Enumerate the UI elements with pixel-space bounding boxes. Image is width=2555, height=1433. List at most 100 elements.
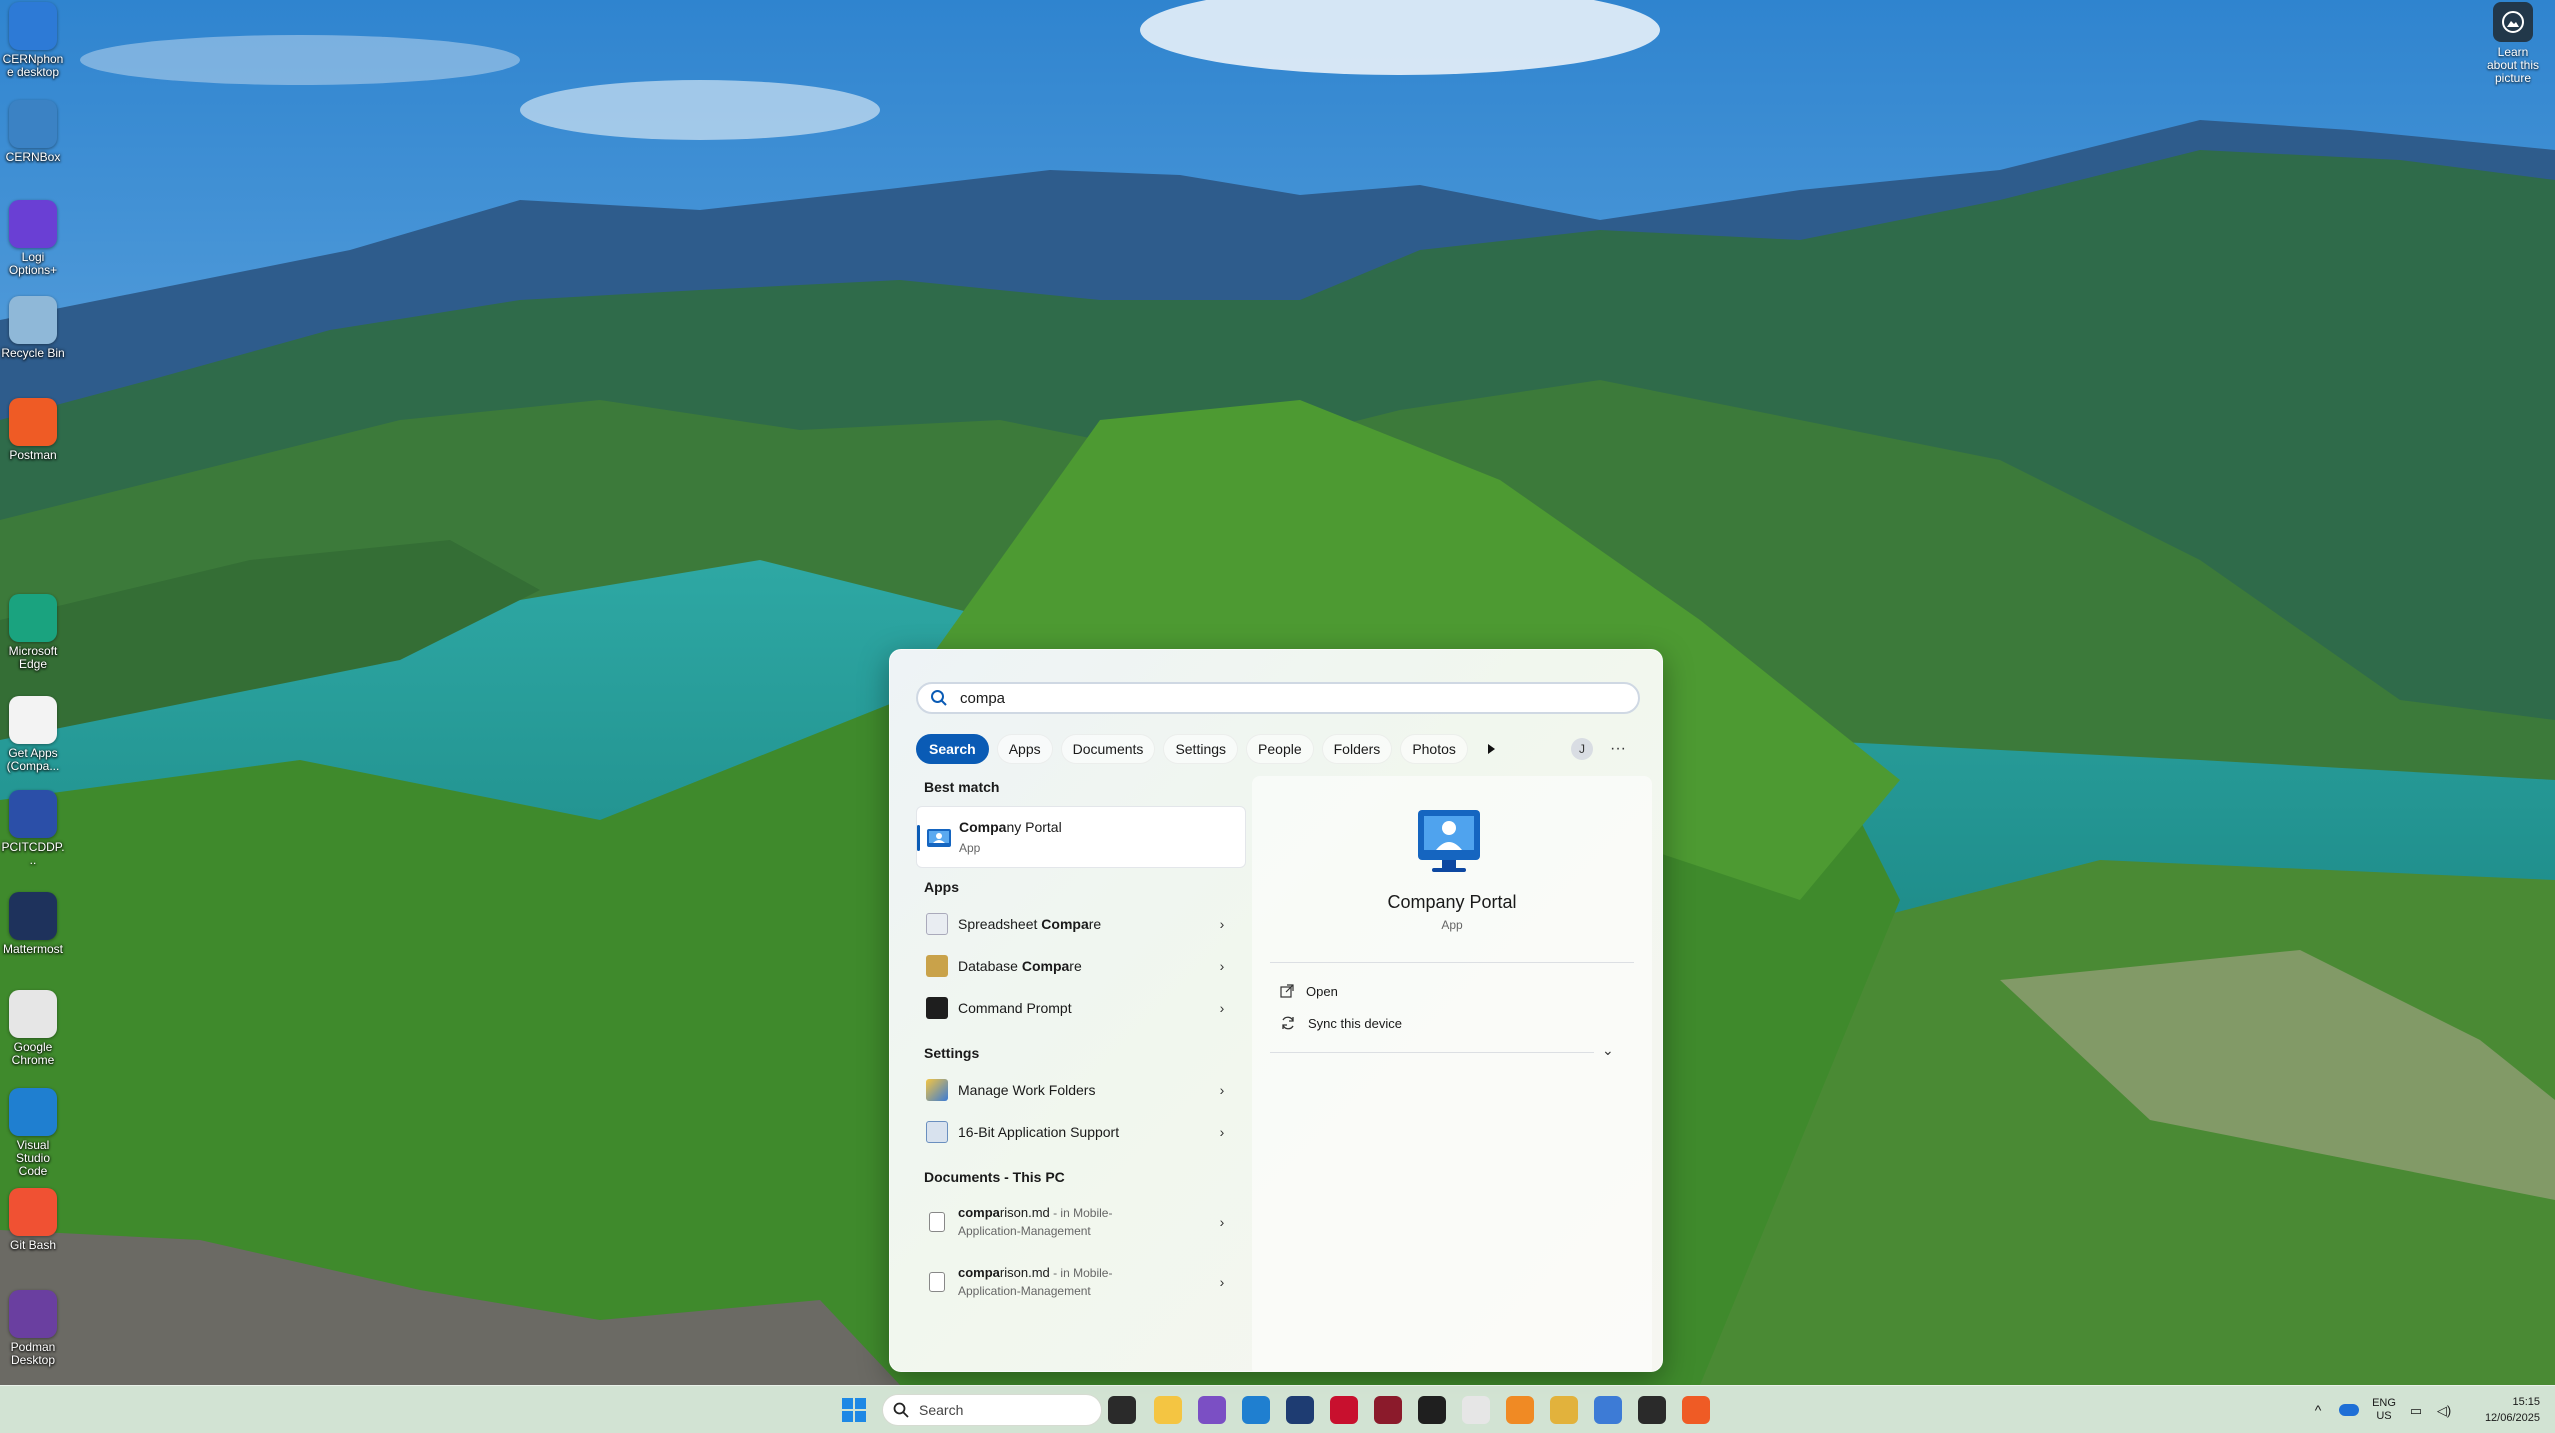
filter-photos[interactable]: Photos xyxy=(1400,734,1468,764)
desktop-icon[interactable]: Podman Desktop xyxy=(0,1290,66,1367)
postman-icon[interactable] xyxy=(1682,1396,1710,1424)
app-spreadsheet-compare[interactable]: Spreadsheet Compare › xyxy=(916,904,1246,944)
app-red-icon[interactable] xyxy=(1330,1396,1358,1424)
filter-search[interactable]: Search xyxy=(916,734,989,764)
desktop-icon[interactable]: CERNphone desktop xyxy=(0,2,66,79)
desktop-icon-label: Google Chrome xyxy=(11,1040,55,1067)
filter-documents[interactable]: Documents xyxy=(1060,734,1156,764)
desktop-icon-label: Postman xyxy=(9,448,57,462)
desktop-icon[interactable]: Microsoft Edge xyxy=(0,594,66,671)
search-box[interactable] xyxy=(916,682,1640,714)
filter-people[interactable]: People xyxy=(1246,734,1314,764)
app-label: Database Compare xyxy=(958,958,1082,974)
orange-app-icon[interactable] xyxy=(1506,1396,1534,1424)
document-item[interactable]: comparison.md - in Mobile- Application-M… xyxy=(916,1194,1246,1250)
apps-header: Apps xyxy=(924,879,959,895)
chevron-right-icon[interactable]: › xyxy=(1212,1124,1232,1140)
desktop-icon[interactable]: Logi Options+ xyxy=(0,200,66,277)
chevron-right-icon[interactable]: › xyxy=(1212,1082,1232,1098)
document-icon xyxy=(929,1272,945,1292)
file-explorer-icon[interactable] xyxy=(1154,1396,1182,1424)
play-more-filters-icon[interactable] xyxy=(1476,734,1506,764)
chrome-profile-icon[interactable] xyxy=(1594,1396,1622,1424)
learn-about-picture[interactable]: Learn about this picture xyxy=(2481,2,2545,85)
desktop-icon-label: Logi Options+ xyxy=(8,250,58,277)
network-icon[interactable]: ▭ xyxy=(2401,1404,2431,1417)
onedrive-icon[interactable] xyxy=(2339,1404,2359,1416)
desktop-icon-label: Visual Studio Code xyxy=(15,1138,51,1178)
desktop-icon[interactable]: Visual Studio Code xyxy=(0,1088,66,1178)
logi-options-icon xyxy=(9,200,57,248)
divider xyxy=(1270,962,1634,963)
edge-icon xyxy=(9,594,57,642)
filter-settings[interactable]: Settings xyxy=(1163,734,1239,764)
sync-icon xyxy=(1282,1016,1294,1030)
clock[interactable]: 15:15 12/06/2025 xyxy=(2470,1394,2540,1426)
search-input[interactable] xyxy=(960,689,1600,707)
desktop-icon-label: PCITCDDP... xyxy=(1,840,65,867)
user-avatar[interactable]: J xyxy=(1571,738,1593,760)
podman-icon xyxy=(9,1290,57,1338)
desktop-icon-label: CERNBox xyxy=(5,150,61,164)
taskbar-search[interactable]: Search xyxy=(882,1394,1102,1426)
desktop-icon[interactable]: Get Apps (Compa... xyxy=(0,696,66,773)
document-item[interactable]: comparison.md - in Mobile- Application-M… xyxy=(916,1254,1246,1310)
desktop-icon-label: Podman Desktop xyxy=(10,1340,56,1367)
divider xyxy=(1270,1052,1594,1053)
volume-icon[interactable]: ◁) xyxy=(2431,1404,2457,1417)
setting-label: 16-Bit Application Support xyxy=(958,1124,1120,1140)
chevron-up-icon[interactable]: ^ xyxy=(2305,1403,2331,1417)
company-portal-icon xyxy=(927,827,951,849)
desktop-icon[interactable]: Mattermost xyxy=(0,892,66,956)
chevron-right-icon[interactable]: › xyxy=(1212,1214,1232,1230)
task-view-icon[interactable] xyxy=(1108,1396,1136,1424)
app-database-compare[interactable]: Database Compare › xyxy=(916,946,1246,986)
action-sync[interactable]: Sync this device xyxy=(1280,1010,1402,1036)
desktop-icon[interactable]: Google Chrome xyxy=(0,990,66,1067)
preview-subtitle: App xyxy=(1441,918,1463,932)
more-options-icon[interactable]: ··· xyxy=(1604,738,1632,760)
filter-apps[interactable]: Apps xyxy=(996,734,1053,764)
database-compare-icon xyxy=(926,955,948,977)
best-match-item[interactable]: Company Portal App xyxy=(916,806,1246,868)
desktop-icon[interactable]: Recycle Bin xyxy=(0,296,66,360)
chrome-icon[interactable] xyxy=(1462,1396,1490,1424)
desktop-icon-label: Microsoft Edge xyxy=(8,644,58,671)
vscode-icon[interactable] xyxy=(1242,1396,1270,1424)
open-external-icon xyxy=(1280,984,1294,998)
desktop-icon[interactable]: CERNBox xyxy=(0,100,66,164)
windows-start-icon[interactable] xyxy=(841,1397,867,1423)
desktop-icon-label: Recycle Bin xyxy=(1,346,65,360)
chevron-right-icon[interactable]: › xyxy=(1212,916,1232,932)
git-bash-icon xyxy=(9,1188,57,1236)
app-red-badge-icon[interactable] xyxy=(1286,1396,1314,1424)
filter-folders[interactable]: Folders xyxy=(1321,734,1393,764)
document-icon xyxy=(9,696,57,744)
setting-manage-work-folders[interactable]: Manage Work Folders › xyxy=(916,1070,1246,1110)
app-label: Command Prompt xyxy=(958,1000,1072,1016)
chevron-right-icon[interactable]: › xyxy=(1212,958,1232,974)
setting-16bit-support[interactable]: 16-Bit Application Support › xyxy=(916,1112,1246,1152)
chevron-right-icon[interactable]: › xyxy=(1212,1274,1232,1290)
document-label: comparison.md - in Mobile- Application-M… xyxy=(958,1265,1113,1298)
desktop-icon[interactable]: Git Bash xyxy=(0,1188,66,1252)
visual-studio-icon[interactable] xyxy=(1198,1396,1226,1424)
clion-icon[interactable] xyxy=(1418,1396,1446,1424)
app-command-prompt[interactable]: Command Prompt › xyxy=(916,988,1246,1028)
best-match-title: Company Portal xyxy=(959,819,1062,835)
terminal-icon[interactable] xyxy=(1638,1396,1666,1424)
selection-indicator xyxy=(917,825,920,851)
app-dark-red-icon[interactable] xyxy=(1374,1396,1402,1424)
command-prompt-icon xyxy=(926,997,948,1019)
action-open[interactable]: Open xyxy=(1280,978,1338,1004)
taskbar-search-placeholder: Search xyxy=(919,1402,964,1418)
vscode-icon xyxy=(9,1088,57,1136)
chevron-right-icon[interactable]: › xyxy=(1212,1000,1232,1016)
cernphone-icon xyxy=(9,2,57,50)
snipping-tool-icon[interactable] xyxy=(1550,1396,1578,1424)
desktop-icon[interactable]: Postman xyxy=(0,398,66,462)
desktop-icon[interactable]: PCITCDDP... xyxy=(0,790,66,867)
work-folders-icon xyxy=(926,1079,948,1101)
chevron-down-icon[interactable]: ⌄ xyxy=(1602,1042,1614,1059)
language-indicator[interactable]: ENG US xyxy=(2367,1397,2401,1423)
